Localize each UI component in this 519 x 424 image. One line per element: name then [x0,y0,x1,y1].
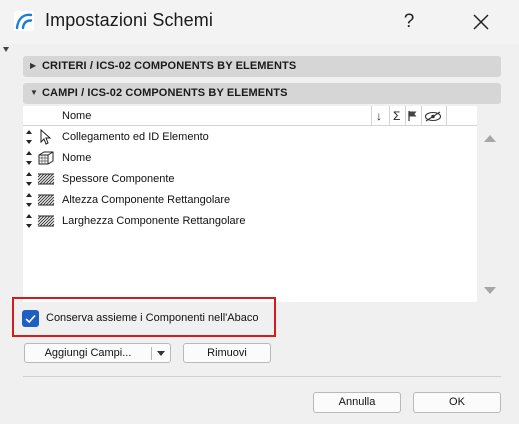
hatch-pattern-icon [37,173,55,185]
footer-divider [23,376,501,377]
drag-handle-icon[interactable] [26,193,32,207]
drag-handle-icon[interactable] [26,214,32,228]
section-criteri-label: CRITERI / ICS-02 COMPONENTS BY ELEMENTS [42,60,297,72]
close-icon [473,14,489,30]
field-row[interactable]: Spessore Componente [23,169,477,190]
hatch-pattern-icon [37,215,55,227]
cancel-button[interactable]: Annulla [313,392,401,413]
drag-handle-icon[interactable] [26,151,32,165]
column-header-name: Nome [62,110,92,122]
window-title: Impostazioni Schemi [45,10,213,30]
field-row[interactable]: Altezza Componente Rettangolare [23,190,477,211]
field-row[interactable]: Nome [23,148,477,169]
cursor-arrow-icon [40,129,52,145]
field-label: Collegamento ed ID Elemento [62,131,209,143]
column-divider [421,106,422,126]
field-label: Larghezza Componente Rettangolare [62,215,246,227]
column-divider [389,106,390,126]
sort-down-arrow-icon[interactable]: ↓ [376,109,382,123]
column-divider [405,106,406,126]
field-label: Altezza Componente Rettangolare [62,194,231,206]
drag-handle-icon[interactable] [26,172,32,186]
add-fields-button[interactable]: Aggiungi Campi... [24,343,171,363]
keep-components-label[interactable]: Conserva assieme i Componenti nell'Abaco [46,312,258,324]
hatch-pattern-icon [37,194,55,206]
checkmark-icon [25,314,36,324]
split-separator [151,347,152,360]
sum-sigma-icon[interactable]: Σ [393,109,400,123]
archicad-arc-icon [14,11,34,31]
expand-triangle-icon: ▶ [30,61,37,70]
help-button[interactable]: ? [394,8,424,36]
column-divider [371,106,372,126]
resize-marker-icon [3,47,9,52]
field-row[interactable]: Collegamento ed ID Elemento [23,127,477,148]
fields-list[interactable]: Nome ↓ Σ Collegamento ed ID Elemento Nom… [23,106,477,302]
chevron-down-icon[interactable] [157,351,165,356]
move-up-button[interactable] [484,135,496,142]
column-divider [446,106,447,126]
component-block-icon [38,151,54,165]
section-campi-label: CAMPI / ICS-02 COMPONENTS BY ELEMENTS [42,87,288,99]
field-label: Nome [62,152,92,164]
fields-header: Nome ↓ Σ [23,106,477,126]
field-label: Spessore Componente [62,173,175,185]
add-fields-label: Aggiungi Campi... [44,347,132,359]
drag-handle-icon[interactable] [26,130,32,144]
section-campi[interactable]: ▼ CAMPI / ICS-02 COMPONENTS BY ELEMENTS [23,83,501,104]
section-criteri[interactable]: ▶ CRITERI / ICS-02 COMPONENTS BY ELEMENT… [23,56,501,77]
remove-button[interactable]: Rimuovi [183,343,271,363]
field-row[interactable]: Larghezza Componente Rettangolare [23,211,477,232]
ok-button[interactable]: OK [413,392,501,413]
close-button[interactable] [466,8,496,36]
hide-eye-icon[interactable] [424,111,442,122]
collapse-triangle-icon: ▼ [30,88,38,97]
flag-icon[interactable] [408,110,418,122]
title-bar: Impostazioni Schemi ? [0,0,519,44]
keep-components-checkbox[interactable] [22,310,39,327]
move-down-button[interactable] [484,287,496,294]
